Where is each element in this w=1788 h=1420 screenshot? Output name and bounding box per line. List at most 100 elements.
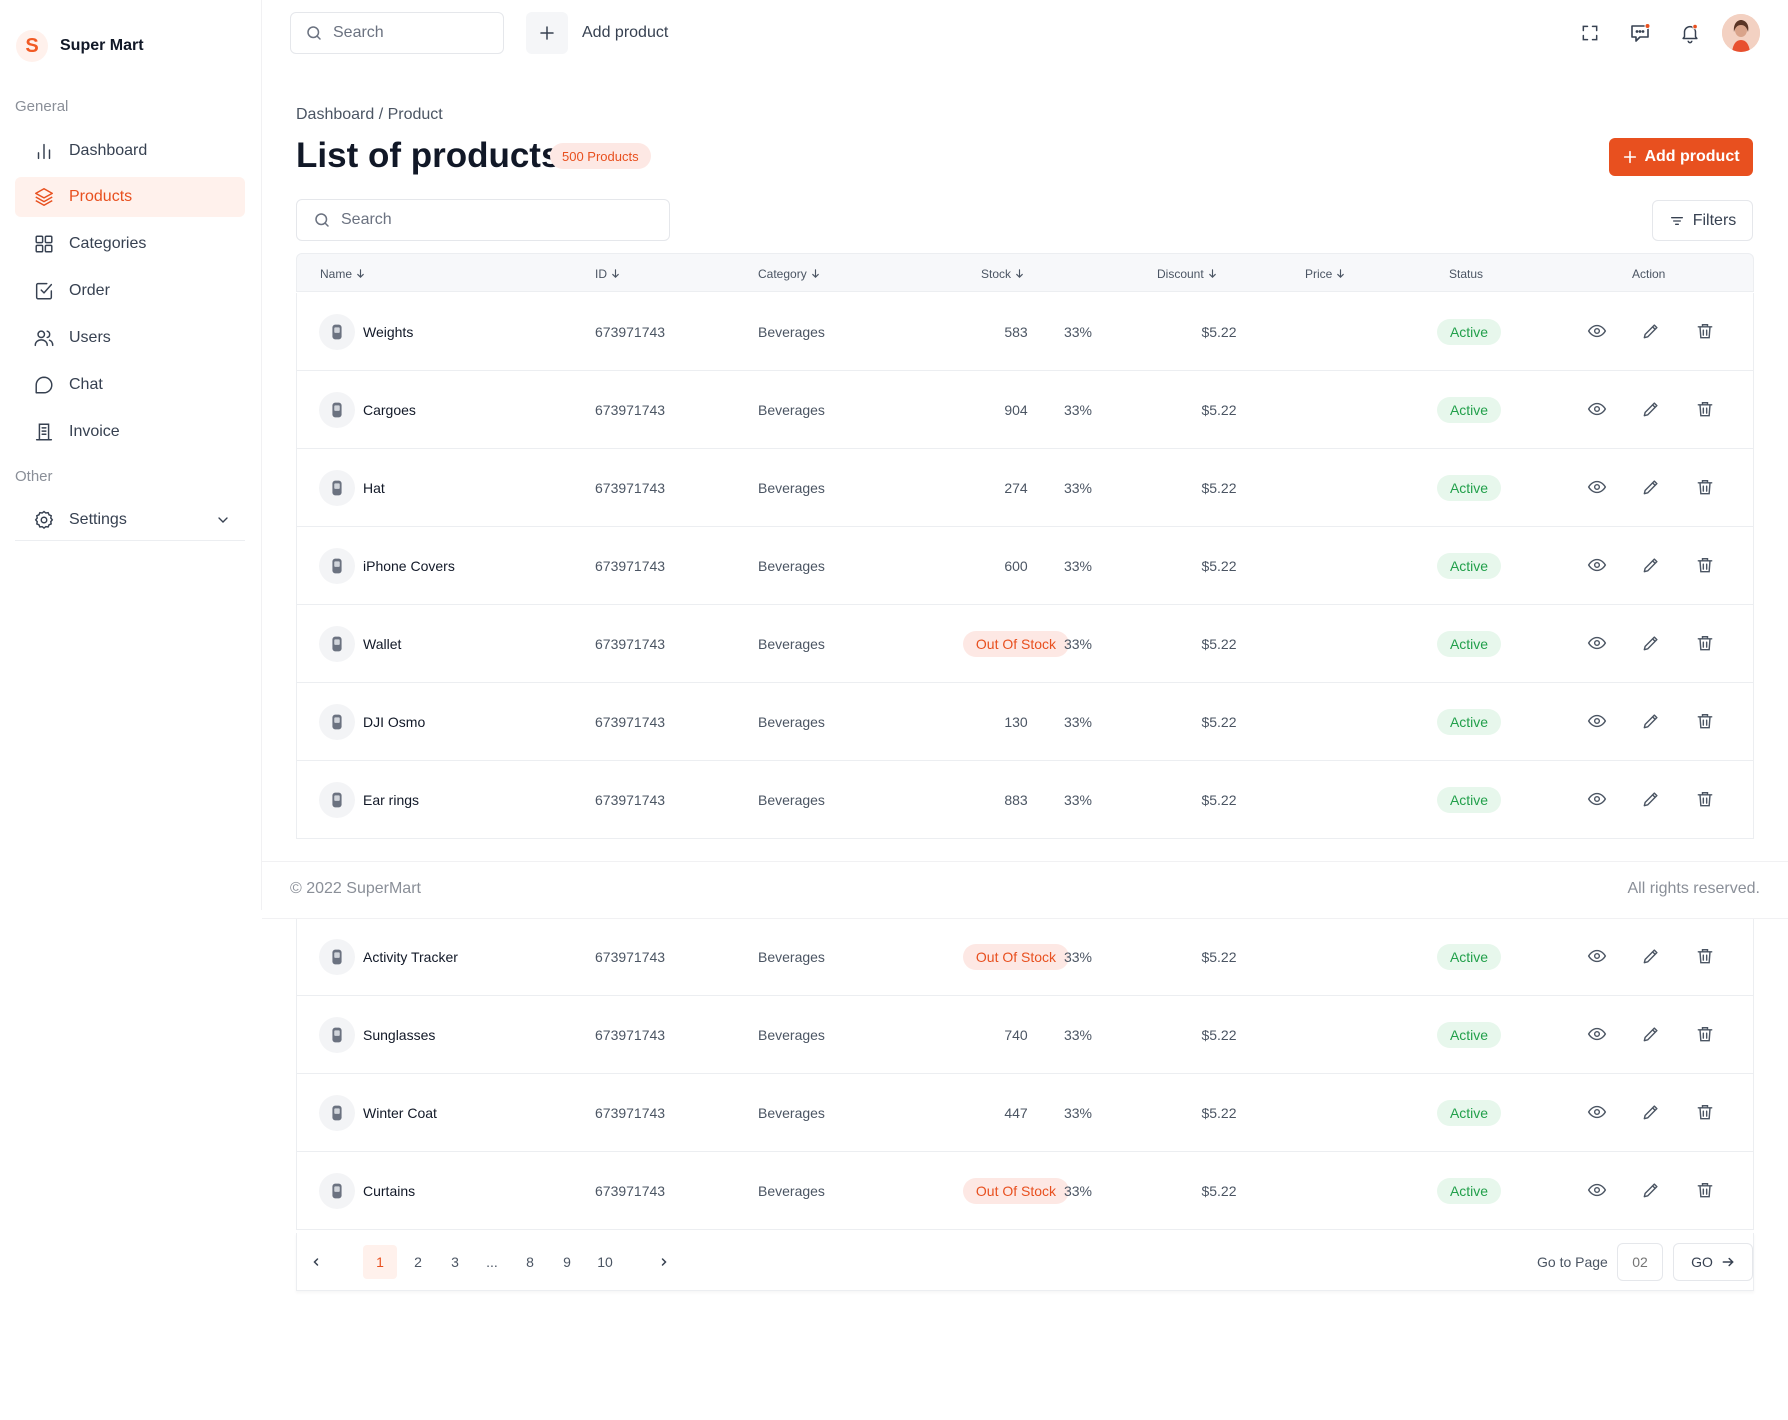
go-button[interactable]: GO (1673, 1243, 1753, 1281)
edit-icon[interactable] (1639, 1178, 1663, 1202)
view-icon[interactable] (1585, 553, 1609, 577)
view-icon[interactable] (1585, 1100, 1609, 1124)
view-icon[interactable] (1585, 787, 1609, 811)
page-number-button[interactable]: 1 (363, 1245, 397, 1279)
edit-icon[interactable] (1639, 1100, 1663, 1124)
product-thumbnail (319, 314, 355, 350)
view-icon[interactable] (1585, 475, 1609, 499)
edit-icon[interactable] (1639, 475, 1663, 499)
product-id: 673971743 (595, 791, 666, 808)
page-number-button[interactable]: 8 (513, 1245, 547, 1279)
sidebar-item-settings[interactable]: Settings (15, 500, 245, 540)
page-number-button[interactable]: 9 (550, 1245, 584, 1279)
table-search-field[interactable] (296, 199, 670, 241)
product-name[interactable]: Wallet (363, 605, 401, 682)
column-header-stock[interactable]: Stock (981, 254, 1025, 293)
column-label: Status (1449, 266, 1484, 281)
product-name[interactable]: Hat (363, 449, 385, 526)
sidebar-item-products[interactable]: Products (15, 177, 245, 217)
edit-icon[interactable] (1639, 631, 1663, 655)
view-icon[interactable] (1585, 944, 1609, 968)
product-price: $5.22 (1201, 401, 1237, 418)
delete-icon[interactable] (1693, 397, 1717, 421)
page-ellipsis: ... (486, 1254, 498, 1270)
sidebar-item-users[interactable]: Users (15, 318, 245, 358)
page-number-button[interactable]: 10 (588, 1245, 622, 1279)
edit-icon[interactable] (1639, 787, 1663, 811)
delete-icon[interactable] (1693, 944, 1717, 968)
edit-icon[interactable] (1639, 1022, 1663, 1046)
view-icon[interactable] (1585, 631, 1609, 655)
sidebar-item-dashboard[interactable]: Dashboard (15, 131, 245, 171)
sidebar-item-categories[interactable]: Categories (15, 224, 245, 264)
goto-page-input[interactable] (1617, 1243, 1663, 1281)
delete-icon[interactable] (1693, 1022, 1717, 1046)
delete-icon[interactable] (1693, 475, 1717, 499)
product-id: 673971743 (595, 401, 666, 418)
product-discount: 33% (1063, 1104, 1093, 1121)
view-icon[interactable] (1585, 1022, 1609, 1046)
edit-icon[interactable] (1639, 709, 1663, 733)
column-header-category[interactable]: Category (758, 254, 821, 293)
column-header-price[interactable]: Price (1305, 254, 1346, 293)
layers-icon (35, 188, 53, 206)
column-header-name[interactable]: Name (320, 254, 366, 293)
table-search-input[interactable] (341, 211, 661, 229)
edit-icon[interactable] (1639, 944, 1663, 968)
view-icon[interactable] (1585, 1178, 1609, 1202)
column-header-discount[interactable]: Discount (1157, 254, 1218, 293)
column-header-id[interactable]: ID (595, 254, 621, 293)
delete-icon[interactable] (1693, 553, 1717, 577)
product-name[interactable]: Weights (363, 293, 413, 370)
message-icon[interactable] (1625, 18, 1655, 48)
product-name[interactable]: Curtains (363, 1152, 415, 1229)
column-label: Action (1632, 266, 1666, 281)
top-add-product-button[interactable]: Add product (526, 12, 668, 54)
page-number-button[interactable]: 3 (438, 1245, 472, 1279)
page-title: List of products (296, 136, 561, 175)
bell-icon[interactable] (1675, 18, 1705, 48)
top-search-field[interactable] (290, 12, 504, 54)
product-discount: 33% (1063, 1182, 1093, 1199)
sidebar-item-invoice[interactable]: Invoice (15, 412, 245, 452)
fullscreen-icon[interactable] (1575, 18, 1605, 48)
top-search-input[interactable] (333, 24, 493, 42)
filters-button[interactable]: Filters (1652, 200, 1753, 241)
edit-icon[interactable] (1639, 553, 1663, 577)
product-name[interactable]: Activity Tracker (363, 918, 458, 995)
brand[interactable]: S Super Mart (16, 30, 144, 62)
delete-icon[interactable] (1693, 1100, 1717, 1124)
product-name[interactable]: iPhone Covers (363, 527, 455, 604)
edit-icon[interactable] (1639, 397, 1663, 421)
status-badge: Active (1436, 1177, 1502, 1204)
avatar[interactable] (1722, 14, 1760, 52)
grid-icon (35, 235, 53, 253)
delete-icon[interactable] (1693, 1178, 1717, 1202)
product-name[interactable]: Cargoes (363, 371, 416, 448)
table-row: Winter Coat 673971743 Beverages 447 33% $5.22… (296, 1074, 1754, 1152)
edit-icon[interactable] (1639, 319, 1663, 343)
product-category: Beverages (758, 479, 825, 496)
delete-icon[interactable] (1693, 709, 1717, 733)
delete-icon[interactable] (1693, 631, 1717, 655)
delete-icon[interactable] (1693, 319, 1717, 343)
sidebar: S Super Mart General Dashboard Products … (0, 0, 262, 910)
view-icon[interactable] (1585, 319, 1609, 343)
sidebar-item-chat[interactable]: Chat (15, 365, 245, 405)
status-cell: Active (1409, 527, 1529, 604)
invoice-icon (35, 423, 53, 441)
product-name[interactable]: DJI Osmo (363, 683, 425, 760)
page-number-button[interactable]: 2 (401, 1245, 435, 1279)
product-discount: 33% (1063, 557, 1093, 574)
sidebar-item-order[interactable]: Order (15, 271, 245, 311)
next-page-button[interactable] (647, 1245, 681, 1279)
view-icon[interactable] (1585, 397, 1609, 421)
product-price: $5.22 (1201, 791, 1237, 808)
delete-icon[interactable] (1693, 787, 1717, 811)
add-product-button[interactable]: Add product (1609, 138, 1753, 176)
product-name[interactable]: Sunglasses (363, 996, 435, 1073)
view-icon[interactable] (1585, 709, 1609, 733)
product-name[interactable]: Winter Coat (363, 1074, 437, 1151)
product-name[interactable]: Ear rings (363, 761, 419, 838)
prev-page-button[interactable] (299, 1245, 333, 1279)
